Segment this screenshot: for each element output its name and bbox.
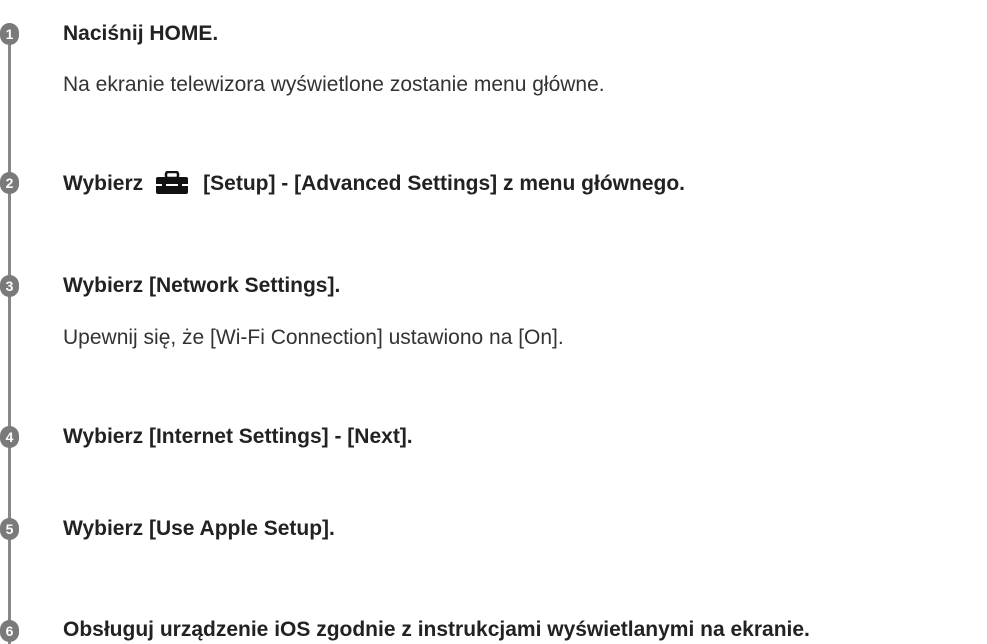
instruction-steps: 1 Naciśnij HOME. Na ekranie telewizora w… xyxy=(0,0,987,644)
step-number-badge: 1 xyxy=(0,23,19,45)
step-heading-suffix: [Setup] - [Advanced Settings] z menu głó… xyxy=(203,172,685,195)
toolbox-icon xyxy=(155,170,189,201)
step-description: Upewnij się, że [Wi-Fi Connection] ustaw… xyxy=(63,326,564,349)
step-heading: Wybierz [Use Apple Setup]. xyxy=(63,517,335,540)
step-number-badge: 3 xyxy=(0,275,19,297)
step-heading: Naciśnij HOME. xyxy=(63,22,219,45)
step-heading: Wybierz [Network Settings]. xyxy=(63,274,341,297)
step-heading: Wybierz [Internet Settings] - [Next]. xyxy=(63,425,413,448)
step-number-badge: 6 xyxy=(0,620,19,642)
step-number-badge: 4 xyxy=(0,426,19,448)
step-description: Na ekranie telewizora wyświetlone zostan… xyxy=(63,73,605,96)
step-heading-prefix: Wybierz xyxy=(63,172,144,195)
step-heading: Obsługuj urządzenie iOS zgodnie z instru… xyxy=(63,618,810,641)
step-timeline-line xyxy=(8,34,11,644)
step-number-badge: 5 xyxy=(0,518,19,540)
step-heading: Wybierz [Setup] - [Advanced Settings] z … xyxy=(63,170,685,201)
step-number-badge: 2 xyxy=(0,172,19,194)
